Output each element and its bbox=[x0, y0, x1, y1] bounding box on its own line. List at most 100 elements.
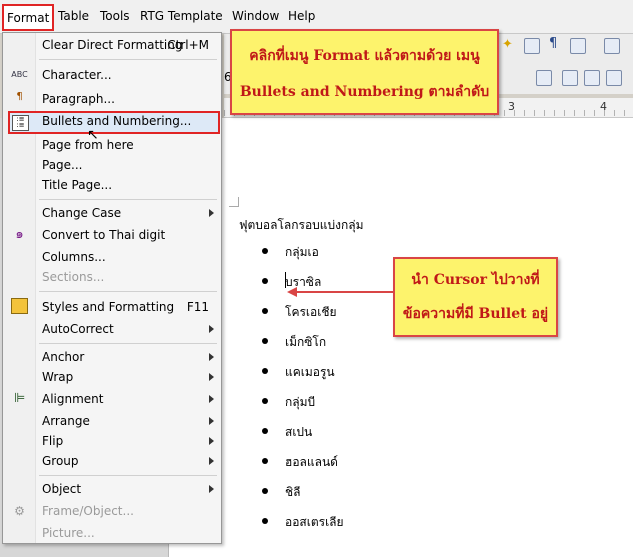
submenu-arrow-icon bbox=[209, 325, 214, 333]
list-item-text: โครเอเชีย bbox=[285, 305, 337, 319]
numbering-icon[interactable] bbox=[562, 70, 578, 86]
menu-item-label: Picture... bbox=[42, 526, 95, 540]
indent-icon[interactable] bbox=[584, 70, 600, 86]
list-item[interactable]: กลุ่มเอ bbox=[259, 243, 344, 273]
bullet-icon bbox=[262, 308, 268, 314]
menu-item-label: Group bbox=[42, 454, 79, 468]
align-icon[interactable] bbox=[536, 70, 552, 86]
bullet-icon bbox=[262, 518, 268, 524]
menu-item-alignment[interactable]: Alignment bbox=[3, 389, 221, 409]
menu-tools[interactable]: Tools bbox=[100, 9, 130, 23]
menu-item-flip[interactable]: Flip bbox=[3, 431, 221, 451]
menu-rtg-template[interactable]: RTG Template bbox=[140, 9, 223, 23]
mouse-pointer-icon: ↖ bbox=[87, 127, 99, 143]
menu-table[interactable]: Table bbox=[58, 9, 89, 23]
menu-window[interactable]: Window bbox=[232, 9, 279, 23]
ruler-mark: 3 bbox=[508, 100, 515, 113]
menu-item-change-case[interactable]: Change Case bbox=[3, 203, 221, 223]
menu-item-label: Wrap bbox=[42, 370, 74, 384]
menu-item-label: Object bbox=[42, 482, 82, 496]
list-item[interactable]: กลุ่มบี bbox=[259, 393, 344, 423]
menu-item-sections: Sections... bbox=[3, 267, 221, 287]
menu-separator bbox=[39, 59, 217, 60]
list-item[interactable]: ฮอลแลนด์ bbox=[259, 453, 344, 483]
submenu-arrow-icon bbox=[209, 373, 214, 381]
document-heading: ฟุตบอลโลกรอบแบ่งกลุ่ม bbox=[239, 218, 364, 232]
list-item[interactable]: โครเอเชีย bbox=[259, 303, 344, 333]
bullet-icon bbox=[262, 488, 268, 494]
menu-item-title-page[interactable]: Title Page... bbox=[3, 175, 221, 195]
chart-icon[interactable] bbox=[570, 38, 586, 54]
list-icon[interactable] bbox=[604, 38, 620, 54]
submenu-arrow-icon bbox=[209, 395, 214, 403]
menu-item-label: Arrange bbox=[42, 414, 90, 428]
menu-item-label: Change Case bbox=[42, 206, 122, 220]
menu-item-label: Convert to Thai digit bbox=[42, 228, 166, 242]
list-item[interactable]: ออสเตรเลีย bbox=[259, 513, 344, 543]
menu-format[interactable]: Format bbox=[2, 4, 55, 31]
list-item-text: กลุ่มบี bbox=[285, 395, 316, 409]
menu-item-label: Character... bbox=[42, 68, 112, 82]
bullet-icon bbox=[262, 428, 268, 434]
menu-item-page-from-here[interactable]: Page from here bbox=[3, 135, 221, 155]
list-item[interactable]: สเปน bbox=[259, 423, 344, 453]
list-item-text: ชิลี bbox=[285, 485, 301, 499]
menu-item-picture: Picture... bbox=[3, 523, 221, 543]
menu-separator bbox=[39, 291, 217, 292]
bullet-list[interactable]: กลุ่มเอ บราซิล โครเอเชีย เม็กซิโก แคเมอร… bbox=[259, 243, 344, 543]
callout-text: คลิกที่เมนู Format แล้วตามด้วย เมนู bbox=[249, 48, 480, 64]
menu-item-autocorrect[interactable]: AutoCorrect bbox=[3, 319, 221, 339]
menu-item-label: Flip bbox=[42, 434, 64, 448]
document-page[interactable] bbox=[168, 118, 633, 557]
menu-item-columns[interactable]: Columns... bbox=[3, 247, 221, 267]
list-item-text: ออสเตรเลีย bbox=[285, 515, 344, 529]
grid-icon[interactable] bbox=[524, 38, 540, 54]
ruler-mark: 4 bbox=[600, 100, 607, 113]
pilcrow-icon[interactable]: ¶ bbox=[549, 36, 557, 51]
bullet-icon bbox=[262, 368, 268, 374]
bullet-icon bbox=[262, 398, 268, 404]
list-item-text: ฮอลแลนด์ bbox=[285, 455, 338, 469]
sun-icon[interactable]: ✦ bbox=[502, 37, 513, 52]
menu-item-label: Anchor bbox=[42, 350, 85, 364]
list-item[interactable]: บราซิล bbox=[259, 273, 344, 303]
list-item-text: สเปน bbox=[285, 425, 313, 439]
menu-item-styles-and-formatting[interactable]: Styles and Formatting F11 bbox=[3, 297, 221, 317]
arrow-left-icon bbox=[287, 287, 297, 297]
submenu-arrow-icon bbox=[209, 209, 214, 217]
menu-item-label: Styles and Formatting bbox=[42, 300, 175, 314]
list-item[interactable]: เม็กซิโก bbox=[259, 333, 344, 363]
menu-help[interactable]: Help bbox=[288, 9, 315, 23]
outdent-icon[interactable] bbox=[606, 70, 622, 86]
menu-item-label: Columns... bbox=[42, 250, 106, 264]
menu-item-page[interactable]: Page... bbox=[3, 155, 221, 175]
menu-item-label: Page... bbox=[42, 158, 83, 172]
list-item[interactable]: แคเมอรูน bbox=[259, 363, 344, 393]
menu-item-bullets-and-numbering[interactable]: :≡:≡ Bullets and Numbering... bbox=[8, 111, 220, 134]
menu-item-group[interactable]: Group bbox=[3, 451, 221, 471]
bullet-icon bbox=[262, 458, 268, 464]
list-item[interactable]: ชิลี bbox=[259, 483, 344, 513]
menu-item-clear-direct-formatting[interactable]: Clear Direct Formatting Ctrl+M bbox=[3, 35, 221, 55]
format-menu: Clear Direct Formatting Ctrl+M ABC Chara… bbox=[2, 32, 222, 544]
callout-text: Bullets and Numbering ตามลำดับ bbox=[239, 84, 490, 100]
bullets-numbering-icon: :≡:≡ bbox=[12, 115, 29, 131]
list-item-text: กลุ่มเอ bbox=[285, 245, 319, 259]
menu-separator bbox=[39, 475, 217, 476]
menu-item-paragraph[interactable]: Paragraph... bbox=[3, 89, 221, 109]
list-item-text: แคเมอรูน bbox=[285, 365, 335, 379]
menu-item-object[interactable]: Object bbox=[3, 479, 221, 499]
menu-item-arrange[interactable]: Arrange bbox=[3, 411, 221, 431]
bullet-icon bbox=[262, 338, 268, 344]
menu-separator bbox=[39, 199, 217, 200]
instruction-callout-cursor: นำ Cursor ไปวางที่ ข้อความที่มี Bullet อ… bbox=[393, 257, 558, 337]
menu-item-anchor[interactable]: Anchor bbox=[3, 347, 221, 367]
menu-item-wrap[interactable]: Wrap bbox=[3, 367, 221, 387]
menu-item-convert-to-thai-digit[interactable]: Convert to Thai digit bbox=[3, 225, 221, 245]
page-margin-marker bbox=[229, 197, 239, 207]
menu-item-label: Title Page... bbox=[42, 178, 113, 192]
menu-item-label: Frame/Object... bbox=[42, 504, 134, 518]
callout-text: นำ Cursor ไปวางที่ bbox=[411, 272, 540, 288]
menu-item-character[interactable]: Character... bbox=[3, 65, 221, 85]
submenu-arrow-icon bbox=[209, 437, 214, 445]
